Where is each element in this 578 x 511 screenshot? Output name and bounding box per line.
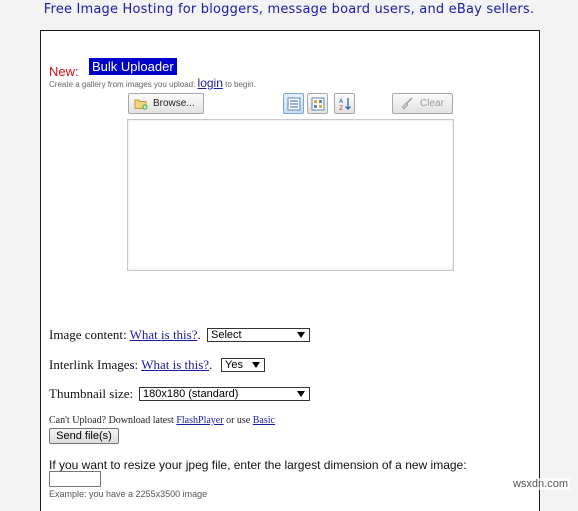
thumbnail-size-label: Thumbnail size: xyxy=(49,386,134,401)
site-tagline: Free Image Hosting for bloggers, message… xyxy=(43,2,535,17)
thumbnail-size-value: 180x180 (standard) xyxy=(143,388,239,400)
chevron-down-icon xyxy=(297,391,305,397)
interlink-help-link[interactable]: What is this? xyxy=(141,357,209,372)
thumbnail-size-select[interactable]: 180x180 (standard) xyxy=(139,387,310,401)
browse-button[interactable]: Browse... xyxy=(128,93,204,114)
chevron-down-icon xyxy=(297,332,305,338)
watermark: wsxdn.com xyxy=(510,478,570,490)
interlink-value: Yes xyxy=(225,359,243,371)
resize-example: Example: you have a 2255x3500 image xyxy=(49,489,208,499)
folder-add-icon xyxy=(134,97,148,113)
upload-panel: New: Bulk Uploader Create a gallery from… xyxy=(40,30,540,511)
fallback-notice: Can't Upload? Download latest FlashPlaye… xyxy=(49,415,275,426)
interlink-select[interactable]: Yes xyxy=(221,358,265,372)
chevron-down-icon xyxy=(252,362,260,368)
svg-text:A: A xyxy=(339,98,344,105)
clear-label: Clear xyxy=(420,98,444,109)
image-content-label: Image content: xyxy=(49,327,127,342)
list-view-button[interactable] xyxy=(283,93,304,114)
interlink-label: Interlink Images: xyxy=(49,357,139,372)
browse-label: Browse... xyxy=(153,98,195,109)
gallery-instructions: Create a gallery from images you upload:… xyxy=(49,76,256,90)
flashplayer-link[interactable]: FlashPlayer xyxy=(176,415,223,426)
basic-uploader-link[interactable]: Basic xyxy=(253,415,275,426)
image-content-value: Select xyxy=(211,329,242,341)
fallback-middle: or use xyxy=(226,415,251,426)
thumbnail-size-row: Thumbnail size: xyxy=(49,386,133,402)
image-content-row: Image content: What is this?. xyxy=(49,327,201,343)
resize-dimension-input[interactable] xyxy=(49,471,101,487)
clear-button[interactable]: Clear xyxy=(392,93,453,114)
fallback-prefix: Can't Upload? Download latest xyxy=(49,415,174,426)
image-content-help-suffix: . xyxy=(197,327,201,342)
file-list-area[interactable] xyxy=(127,119,454,271)
sort-button[interactable]: A Z xyxy=(334,93,355,114)
image-content-select[interactable]: Select xyxy=(207,328,310,342)
login-link[interactable]: login xyxy=(198,76,223,90)
interlink-row: Interlink Images: What is this?. xyxy=(49,357,212,373)
gallery-suffix: to begin. xyxy=(225,80,256,89)
send-files-button[interactable]: Send file(s) xyxy=(49,428,119,444)
image-content-help-link[interactable]: What is this? xyxy=(130,327,198,342)
interlink-help-suffix: . xyxy=(209,357,213,372)
gallery-prefix: Create a gallery from images you upload: xyxy=(49,80,196,89)
thumbnail-view-button[interactable] xyxy=(307,93,328,114)
broom-icon xyxy=(400,97,414,113)
resize-prompt: If you want to resize your jpeg file, en… xyxy=(49,458,467,472)
bulk-uploader-link[interactable]: Bulk Uploader xyxy=(89,58,177,75)
svg-text:Z: Z xyxy=(339,105,343,111)
